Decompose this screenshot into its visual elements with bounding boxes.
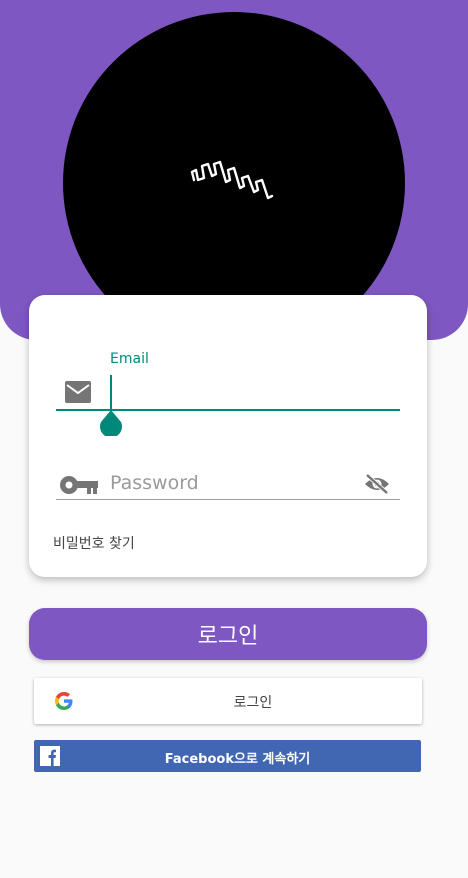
text-cursor <box>110 375 112 409</box>
text-selection-handle[interactable] <box>99 410 123 436</box>
google-login-label: 로그인 <box>233 695 273 711</box>
find-password-link[interactable]: 비밀번호 찾기 <box>53 533 135 553</box>
eye-off-icon[interactable] <box>363 473 391 495</box>
facebook-login-label: Facebook으로 계속하기 <box>164 752 311 767</box>
login-button[interactable]: 로그인 <box>29 608 427 660</box>
login-card: Email 비밀번호 찾기 <box>29 295 427 577</box>
signature-logo-icon <box>190 160 274 200</box>
email-label: Email <box>110 351 149 367</box>
facebook-login-button[interactable]: Facebook으로 계속하기 <box>34 740 421 772</box>
mail-icon <box>65 381 91 403</box>
password-field[interactable] <box>110 467 360 499</box>
password-underline <box>56 499 400 500</box>
key-icon <box>60 476 98 494</box>
email-field[interactable] <box>110 375 400 407</box>
google-login-button[interactable]: 로그인 <box>34 678 422 724</box>
